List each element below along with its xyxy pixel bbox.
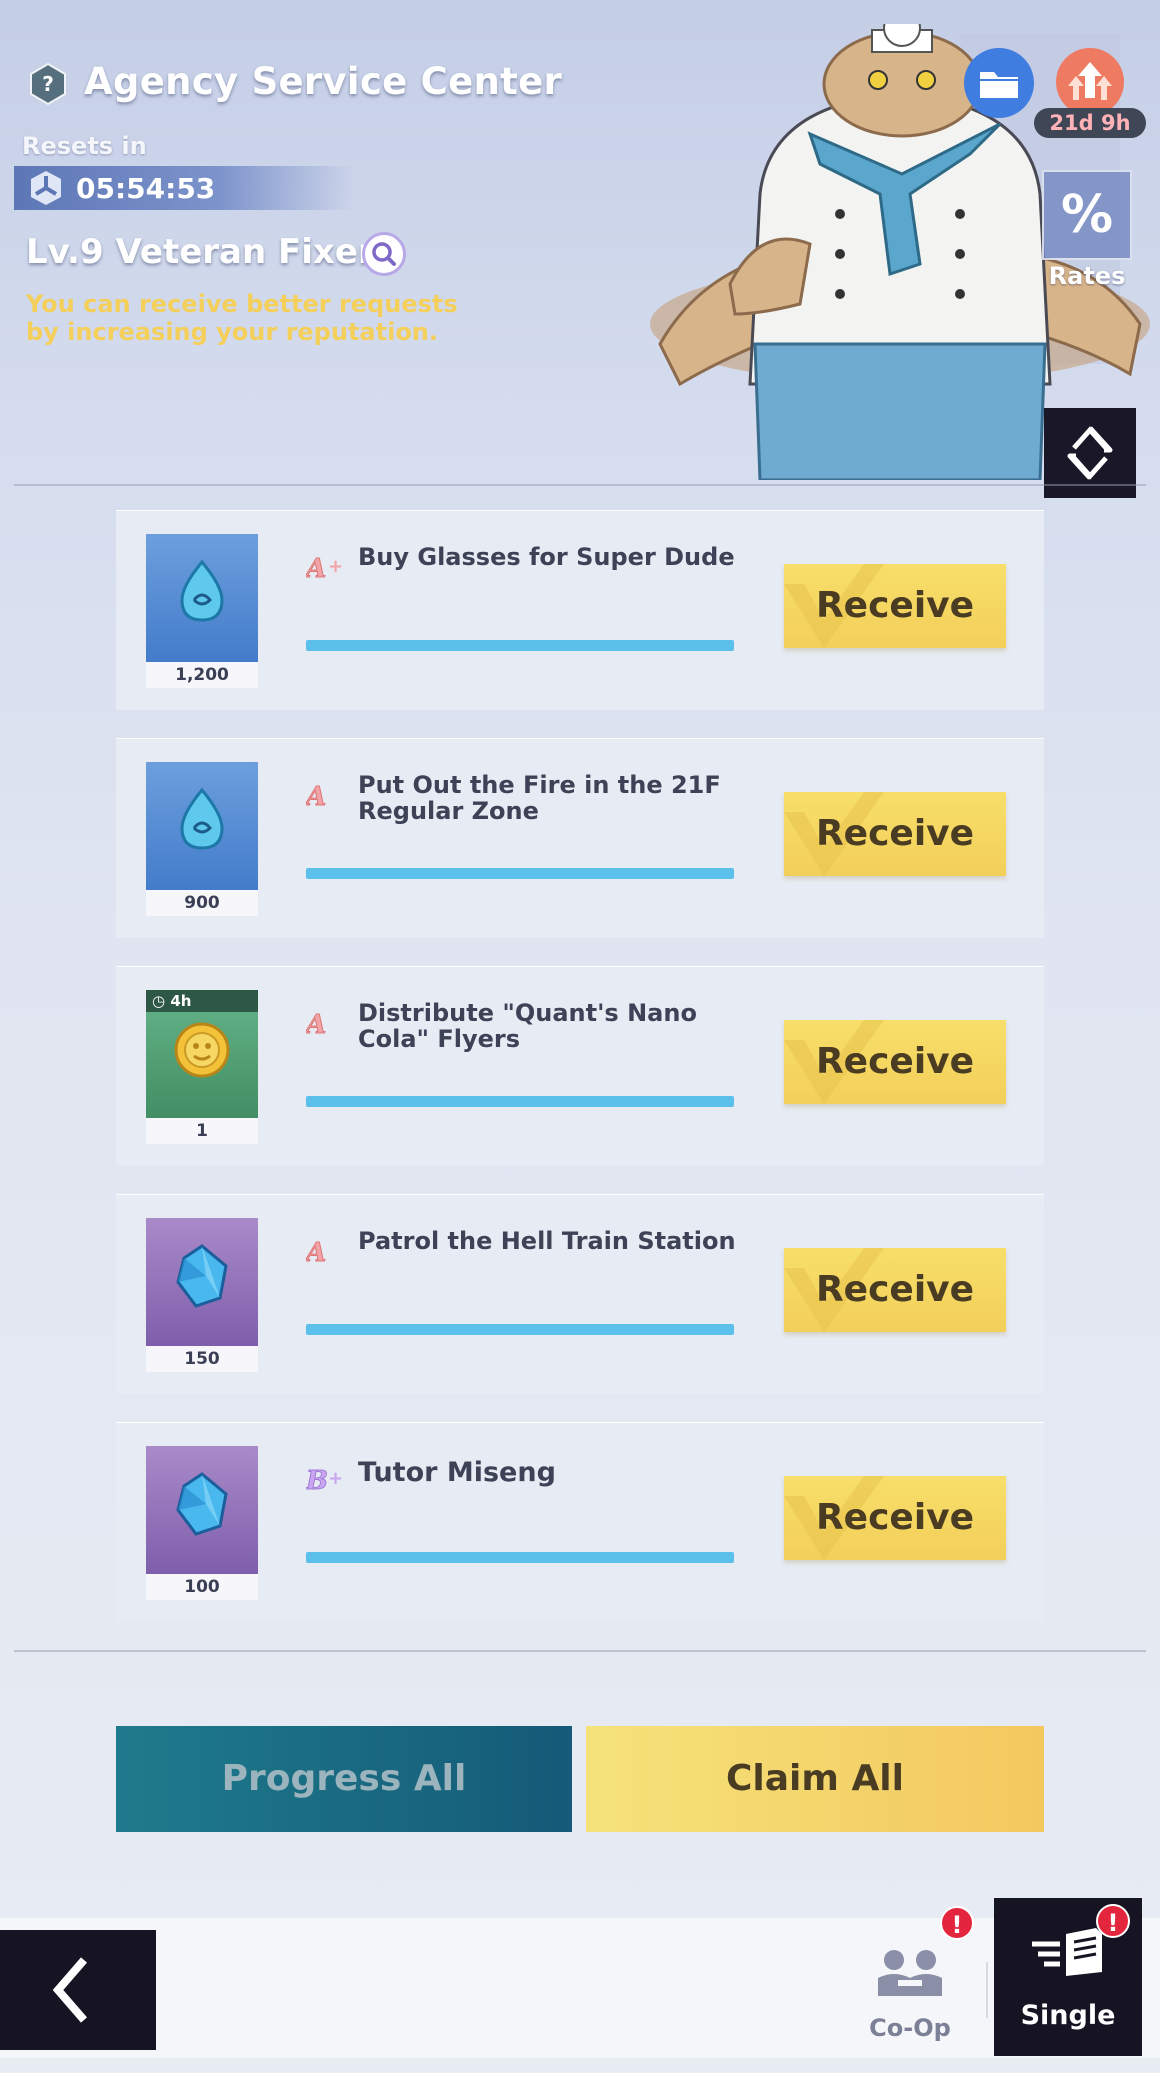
resets-label: Resets in [22, 132, 147, 160]
request-card[interactable]: 1,200 A + Buy Glasses for Super Dude Rec… [116, 510, 1044, 710]
rank-a-icon: A [306, 1238, 327, 1269]
gold-coin-icon [174, 1022, 230, 1078]
blue-droplet-icon [180, 559, 224, 622]
svg-text:A: A [306, 1010, 326, 1040]
rank-a-plus-icon: A + [306, 554, 343, 585]
request-title: Buy Glasses for Super Dude [358, 543, 735, 571]
receive-button[interactable]: Receive [784, 1248, 1006, 1332]
rank-a-icon: A [306, 1010, 327, 1041]
level-info-magnifier-icon[interactable] [362, 232, 406, 276]
receive-button[interactable]: Receive [784, 792, 1006, 876]
claim-all-button[interactable]: Claim All [586, 1726, 1044, 1832]
reward-quantity: 900 [146, 890, 258, 916]
claim-all-label: Claim All [726, 1758, 904, 1799]
item-timer-tag: ◷ 4h [146, 990, 258, 1012]
request-card[interactable]: 900 A Put Out the Fire in the 21F Regula… [116, 738, 1044, 938]
coop-alert-badge: ! [940, 1906, 974, 1940]
request-title: Patrol the Hell Train Station [358, 1227, 736, 1255]
request-card[interactable]: 150 A Patrol the Hell Train Station Rece… [116, 1194, 1044, 1394]
reward-item[interactable]: ◷ 4h 1 [146, 990, 258, 1144]
progress-all-label: Progress All [221, 1758, 467, 1799]
timer-hexagon-icon [31, 171, 61, 205]
single-alert-badge: ! [1096, 1904, 1130, 1938]
receive-label: Receive [815, 1041, 975, 1082]
receive-button[interactable]: Receive [784, 564, 1006, 648]
reward-quantity: 150 [146, 1346, 258, 1372]
reward-item[interactable]: 100 [146, 1446, 258, 1600]
request-card[interactable]: ◷ 4h 1 A Distribute "Quant's Nano Cola" … [116, 966, 1044, 1166]
nav-separator [986, 1962, 988, 2018]
single-label: Single [1020, 2000, 1116, 2031]
request-title: Put Out the Fire in the 21F Regular Zone [358, 771, 721, 825]
request-progress-bar [306, 1096, 734, 1107]
rank-a-icon: A [306, 782, 327, 813]
page-title: Agency Service Center [84, 60, 563, 103]
reward-item[interactable]: 150 [146, 1218, 258, 1372]
back-chevron-icon [52, 1957, 88, 2023]
request-title: Distribute "Quant's Nano Cola" Flyers [358, 999, 697, 1053]
coop-label[interactable]: Co-Op [860, 2014, 960, 2042]
reward-item[interactable]: 900 [146, 762, 258, 916]
svg-text:B: B [306, 1466, 328, 1496]
reputation-level: Lv.9 Veteran Fixer [26, 232, 375, 272]
reward-quantity: 1,200 [146, 662, 258, 688]
event-timer-badge: 21d 9h [1034, 108, 1146, 138]
request-progress-bar [306, 1324, 734, 1335]
receive-button[interactable]: Receive [784, 1476, 1006, 1560]
blue-droplet-icon [180, 787, 224, 850]
request-title: Tutor Miseng [358, 1457, 556, 1488]
receive-label: Receive [815, 1269, 975, 1310]
blue-crystal-icon [176, 1472, 228, 1536]
back-button[interactable] [0, 1930, 156, 2050]
receive-label: Receive [815, 813, 975, 854]
receive-label: Receive [815, 585, 975, 626]
help-icon[interactable]: ? [28, 62, 68, 106]
request-progress-bar [306, 640, 734, 651]
item-timer-text: 4h [170, 992, 192, 1010]
request-progress-bar [306, 1552, 734, 1563]
header-divider [14, 484, 1146, 486]
receive-label: Receive [815, 1497, 975, 1538]
single-mode-icon [1032, 1928, 1102, 1976]
receive-button[interactable]: Receive [784, 1020, 1006, 1104]
reset-timer: 05:54:53 [76, 172, 216, 205]
svg-text:A: A [306, 1238, 326, 1268]
reputation-hint: You can receive better requests by incre… [26, 290, 458, 346]
rates-label: Rates [1048, 262, 1126, 290]
request-card[interactable]: 100 B + Tutor Miseng Receive [116, 1422, 1044, 1622]
folder-icon[interactable] [962, 46, 1036, 120]
svg-text:+: + [328, 556, 343, 577]
svg-text:A: A [306, 782, 326, 812]
svg-text:+: + [328, 1468, 343, 1489]
list-divider [14, 1650, 1146, 1652]
reward-quantity: 1 [146, 1118, 258, 1144]
request-progress-bar [306, 868, 734, 879]
blue-crystal-icon [176, 1244, 228, 1308]
svg-text:A: A [306, 554, 326, 584]
svg-text:?: ? [42, 72, 54, 96]
coop-icon[interactable] [872, 1944, 948, 2004]
reward-quantity: 100 [146, 1574, 258, 1600]
rank-b-plus-icon: B + [306, 1466, 343, 1497]
progress-all-button[interactable]: Progress All [116, 1726, 572, 1832]
reward-item[interactable]: 1,200 [146, 534, 258, 688]
rates-button[interactable]: % [1042, 170, 1132, 260]
